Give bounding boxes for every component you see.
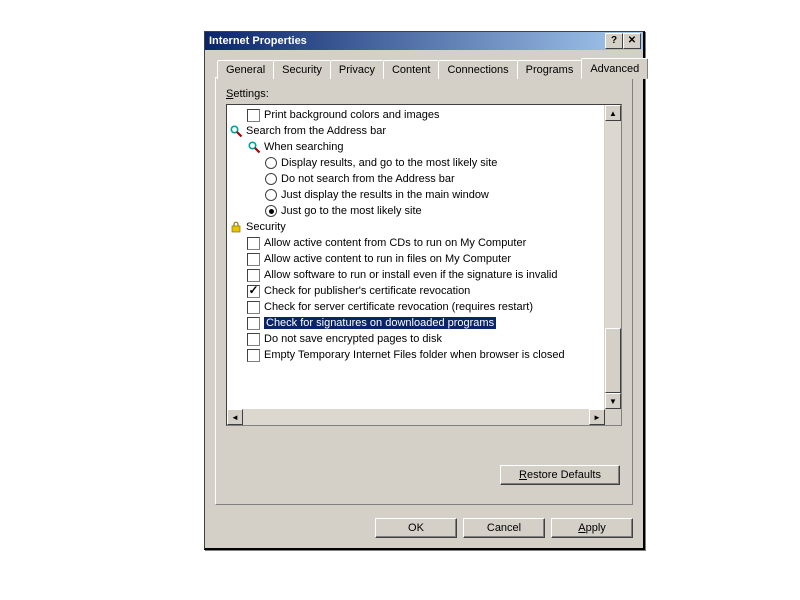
lock-icon [229,220,243,234]
tree-item-label: Empty Temporary Internet Files folder wh… [264,349,565,361]
tree-item-label: Check for publisher's certificate revoca… [264,285,470,297]
search-category-icon [229,124,243,138]
tree-item-label: Do not save encrypted pages to disk [264,333,442,345]
tree-row[interactable]: Check for signatures on downloaded progr… [229,315,605,331]
tree-item-label: Search from the Address bar [246,125,386,137]
dialog-footer: OK Cancel Apply [205,515,643,548]
tree-row[interactable]: Check for publisher's certificate revoca… [229,283,605,299]
scroll-right-button[interactable]: ► [589,409,605,425]
radio[interactable] [265,189,277,201]
tab-programs[interactable]: Programs [517,60,583,79]
checkbox[interactable] [247,109,260,122]
tree-row[interactable]: Just go to the most likely site [229,203,605,219]
advanced-panel: Settings: Print background colors and im… [215,77,633,505]
checkbox[interactable] [247,301,260,314]
internet-properties-dialog: Internet Properties ? ✕ GeneralSecurityP… [204,31,645,550]
restore-defaults-container: Restore Defaults [500,465,620,488]
titlebar-buttons: ? ✕ [605,33,641,49]
close-button[interactable]: ✕ [623,33,641,49]
tree-row[interactable]: Allow active content to run in files on … [229,251,605,267]
ok-button[interactable]: OK [375,518,457,538]
tab-privacy[interactable]: Privacy [330,60,384,79]
tree-row[interactable]: Just display the results in the main win… [229,187,605,203]
checkbox[interactable] [247,333,260,346]
vertical-scrollbar[interactable]: ▲ ▼ [604,105,621,409]
tab-content[interactable]: Content [383,60,440,79]
tree-item-label: Do not search from the Address bar [281,173,455,185]
cancel-button[interactable]: Cancel [463,518,545,538]
radio[interactable] [265,173,277,185]
tree-item-label: Check for server certificate revocation … [264,301,533,313]
tab-advanced[interactable]: Advanced [581,58,648,79]
tree-item-label: Just go to the most likely site [281,205,422,217]
help-button[interactable]: ? [605,33,623,49]
scroll-corner [605,409,621,425]
tree-row[interactable]: Search from the Address bar [229,123,605,139]
tree-item-label: Security [246,221,286,233]
search-subcat-icon [247,140,261,154]
tree-row[interactable]: Do not save encrypted pages to disk [229,331,605,347]
tree-item-label: Check for signatures on downloaded progr… [264,317,496,329]
scroll-thumb[interactable] [605,328,621,393]
checkbox[interactable] [247,237,260,250]
settings-tree: Print background colors and images Search… [226,104,622,426]
radio[interactable] [265,157,277,169]
tree-item-label: Just display the results in the main win… [281,189,489,201]
radio[interactable] [265,205,277,217]
tree-row[interactable]: Print background colors and images [229,107,605,123]
checkbox[interactable] [247,269,260,282]
checkbox[interactable] [247,253,260,266]
tree-item-label: Allow active content from CDs to run on … [264,237,526,249]
restore-defaults-button[interactable]: Restore Defaults [500,465,620,485]
tree-row[interactable]: When searching [229,139,605,155]
horizontal-scrollbar[interactable]: ◄ ► [227,409,605,425]
titlebar[interactable]: Internet Properties ? ✕ [205,32,643,50]
checkbox[interactable] [247,349,260,362]
tree-item-label: Allow active content to run in files on … [264,253,511,265]
scroll-down-button[interactable]: ▼ [605,393,621,409]
tree-item-label: When searching [264,141,344,153]
checkbox[interactable] [247,285,260,298]
tree-row[interactable]: Do not search from the Address bar [229,171,605,187]
scroll-up-button[interactable]: ▲ [605,105,621,121]
checkbox[interactable] [247,317,260,330]
settings-tree-viewport[interactable]: Print background colors and images Search… [227,105,605,409]
tree-row[interactable]: Check for server certificate revocation … [229,299,605,315]
scroll-left-button[interactable]: ◄ [227,409,243,425]
tree-item-label: Allow software to run or install even if… [264,269,557,281]
tab-general[interactable]: General [217,60,274,79]
tab-security[interactable]: Security [273,60,331,79]
tab-strip: GeneralSecurityPrivacyContentConnections… [215,60,633,79]
window-title: Internet Properties [207,35,605,47]
tree-row[interactable]: Display results, and go to the most like… [229,155,605,171]
tree-row[interactable]: Empty Temporary Internet Files folder wh… [229,347,605,363]
tree-row[interactable]: Security [229,219,605,235]
tab-connections[interactable]: Connections [438,60,517,79]
tree-row[interactable]: Allow software to run or install even if… [229,267,605,283]
tree-item-label: Print background colors and images [264,109,439,121]
tree-item-label: Display results, and go to the most like… [281,157,497,169]
apply-button[interactable]: Apply [551,518,633,538]
settings-label: Settings: [226,88,622,100]
tree-row[interactable]: Allow active content from CDs to run on … [229,235,605,251]
